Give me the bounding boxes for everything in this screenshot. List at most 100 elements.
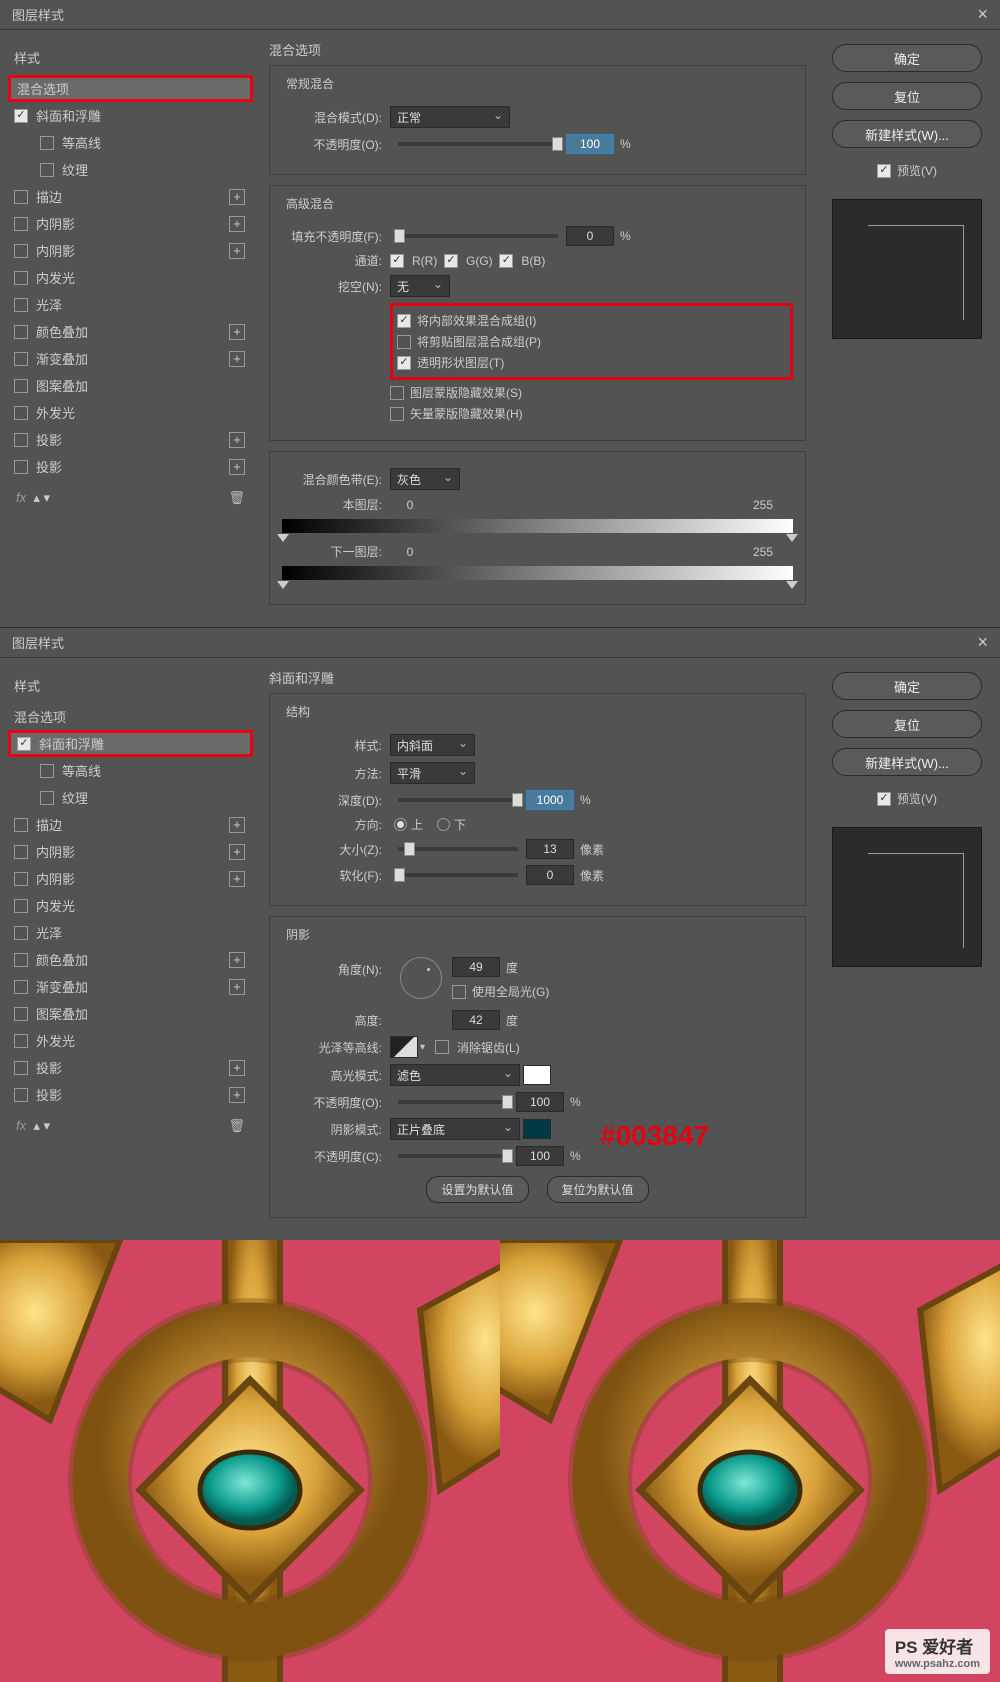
shadow-color-swatch[interactable] [523, 1119, 551, 1139]
style-texture[interactable]: 纹理 [8, 784, 253, 811]
arrow-up-icon[interactable]: ▴ [33, 490, 40, 505]
trash-icon[interactable]: 🗑 [228, 490, 245, 506]
channel-r-checkbox[interactable]: ✓ [390, 254, 404, 268]
close-icon[interactable]: × [977, 632, 988, 653]
checkbox-icon[interactable] [390, 386, 404, 400]
reset-default-button[interactable]: 复位为默认值 [547, 1176, 649, 1203]
style-drop-shadow[interactable]: 投影+ [8, 1054, 253, 1081]
channel-g-checkbox[interactable]: ✓ [444, 254, 458, 268]
style-contour[interactable]: 等高线 [8, 129, 253, 156]
opacity-input[interactable]: 100 [566, 134, 614, 154]
style-pattern-overlay[interactable]: 图案叠加 [8, 1000, 253, 1027]
fx-icon[interactable]: fx [16, 490, 26, 505]
style-blend-options[interactable]: 混合选项 [8, 703, 253, 730]
checkbox-icon[interactable] [14, 190, 28, 204]
checkbox-icon[interactable] [14, 460, 28, 474]
style-inner-glow[interactable]: 内发光 [8, 264, 253, 291]
checkbox-icon[interactable] [14, 217, 28, 231]
altitude-input[interactable]: 42 [452, 1010, 500, 1030]
size-input[interactable]: 13 [526, 839, 574, 859]
checkbox-icon[interactable] [40, 791, 54, 805]
global-light-checkbox[interactable] [452, 985, 466, 999]
plus-icon[interactable]: + [229, 817, 245, 833]
checkbox-icon[interactable] [390, 407, 404, 421]
dir-up-radio[interactable] [394, 818, 407, 831]
plus-icon[interactable]: + [229, 871, 245, 887]
checkbox-icon[interactable] [14, 1088, 28, 1102]
checkbox-icon[interactable] [14, 1034, 28, 1048]
checkbox-icon[interactable] [14, 872, 28, 886]
style-bevel[interactable]: ✓斜面和浮雕 [8, 730, 253, 757]
checkbox-icon[interactable]: ✓ [17, 737, 31, 751]
channel-b-checkbox[interactable]: ✓ [499, 254, 513, 268]
shadow-mode-select[interactable]: 正片叠底 [390, 1118, 520, 1140]
ok-button[interactable]: 确定 [832, 44, 982, 72]
knockout-select[interactable]: 无 [390, 275, 450, 297]
arrow-down-icon[interactable]: ▾ [44, 1118, 51, 1133]
bevel-style-select[interactable]: 内斜面 [390, 734, 475, 756]
style-inner-shadow[interactable]: 内阴影+ [8, 838, 253, 865]
plus-icon[interactable]: + [229, 459, 245, 475]
plus-icon[interactable]: + [229, 1060, 245, 1076]
style-drop-shadow[interactable]: 投影+ [8, 426, 253, 453]
checkbox-icon[interactable] [14, 325, 28, 339]
depth-slider[interactable] [398, 798, 518, 802]
preview-checkbox[interactable]: ✓ [877, 164, 891, 178]
style-inner-shadow-2[interactable]: 内阴影+ [8, 865, 253, 892]
checkbox-icon[interactable] [14, 433, 28, 447]
soften-input[interactable]: 0 [526, 865, 574, 885]
style-pattern-overlay[interactable]: 图案叠加 [8, 372, 253, 399]
style-inner-shadow[interactable]: 内阴影+ [8, 210, 253, 237]
checkbox-icon[interactable] [14, 899, 28, 913]
shadow-opacity-input[interactable]: 100 [516, 1146, 564, 1166]
reset-button[interactable]: 复位 [832, 710, 982, 738]
style-satin[interactable]: 光泽 [8, 919, 253, 946]
preview-checkbox[interactable]: ✓ [877, 792, 891, 806]
fill-opacity-input[interactable]: 0 [566, 226, 614, 246]
checkbox-icon[interactable] [14, 406, 28, 420]
plus-icon[interactable]: + [229, 216, 245, 232]
style-blend-options[interactable]: 混合选项 [8, 75, 253, 102]
style-contour[interactable]: 等高线 [8, 757, 253, 784]
checkbox-icon[interactable] [397, 335, 411, 349]
checkbox-icon[interactable] [14, 1061, 28, 1075]
style-gradient-overlay[interactable]: 渐变叠加+ [8, 973, 253, 1000]
angle-input[interactable]: 49 [452, 957, 500, 977]
style-stroke[interactable]: 描边+ [8, 183, 253, 210]
arrow-down-icon[interactable]: ▾ [44, 490, 51, 505]
plus-icon[interactable]: + [229, 1087, 245, 1103]
depth-input[interactable]: 1000 [526, 790, 574, 810]
new-style-button[interactable]: 新建样式(W)... [832, 748, 982, 776]
checkbox-icon[interactable]: ✓ [397, 356, 411, 370]
blend-if-select[interactable]: 灰色 [390, 468, 460, 490]
highlight-mode-select[interactable]: 滤色 [390, 1064, 520, 1086]
fill-opacity-slider[interactable] [398, 234, 558, 238]
checkbox-icon[interactable] [14, 845, 28, 859]
checkbox-icon[interactable] [40, 163, 54, 177]
style-color-overlay[interactable]: 颜色叠加+ [8, 946, 253, 973]
this-layer-gradient[interactable] [282, 519, 793, 533]
checkbox-icon[interactable] [14, 244, 28, 258]
plus-icon[interactable]: + [229, 432, 245, 448]
style-stroke[interactable]: 描边+ [8, 811, 253, 838]
plus-icon[interactable]: + [229, 189, 245, 205]
set-default-button[interactable]: 设置为默认值 [426, 1176, 528, 1203]
fx-icon[interactable]: fx [16, 1118, 26, 1133]
highlight-color-swatch[interactable] [523, 1065, 551, 1085]
checkbox-icon[interactable]: ✓ [397, 314, 411, 328]
style-satin[interactable]: 光泽 [8, 291, 253, 318]
plus-icon[interactable]: + [229, 324, 245, 340]
blend-mode-select[interactable]: 正常 [390, 106, 510, 128]
angle-control[interactable] [400, 957, 442, 999]
shadow-opacity-slider[interactable] [398, 1154, 508, 1158]
highlight-opacity-slider[interactable] [398, 1100, 508, 1104]
antialias-checkbox[interactable] [435, 1040, 449, 1054]
style-outer-glow[interactable]: 外发光 [8, 399, 253, 426]
style-drop-shadow-2[interactable]: 投影+ [8, 453, 253, 480]
plus-icon[interactable]: + [229, 243, 245, 259]
checkbox-icon[interactable] [14, 271, 28, 285]
dir-down-radio[interactable] [437, 818, 450, 831]
size-slider[interactable] [398, 847, 518, 851]
plus-icon[interactable]: + [229, 952, 245, 968]
new-style-button[interactable]: 新建样式(W)... [832, 120, 982, 148]
